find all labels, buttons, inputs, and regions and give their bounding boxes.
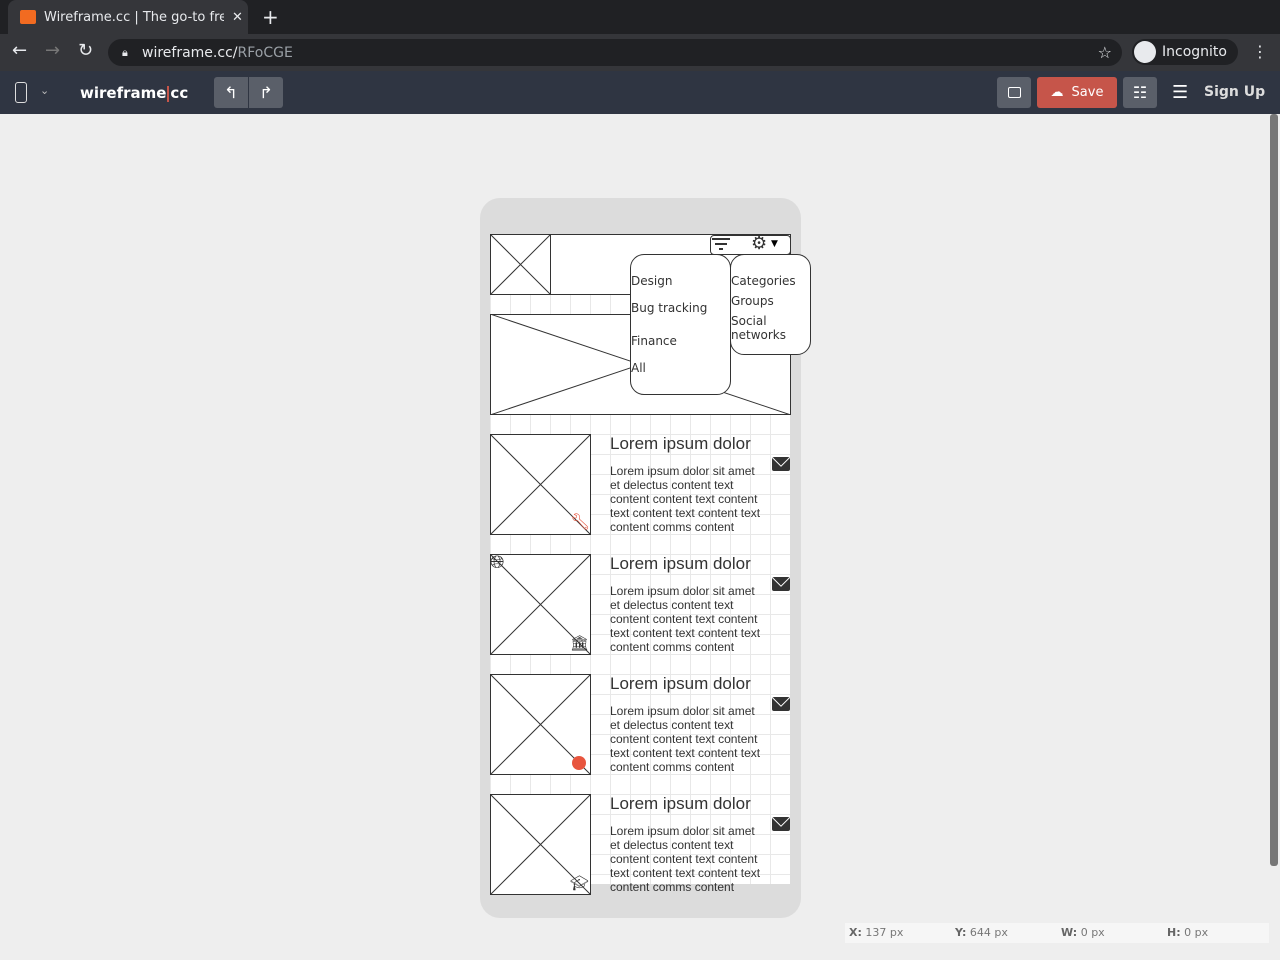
item-body: Lorem ipsum dolor sit amet et delectus co…: [610, 584, 780, 654]
label-line: Social: [731, 314, 767, 328]
image-placeholder[interactable]: [490, 234, 551, 295]
item-body: Lorem ipsum dolor sit amet et delectus co…: [610, 464, 780, 534]
chevron-down-icon[interactable]: ⌄: [40, 84, 49, 97]
bug-icon: [572, 756, 586, 770]
body-line: Lorem ipsum dolor sit amet: [610, 584, 755, 598]
status-bar: X: 137 px Y: 644 px W: 0 px H: 0 px: [845, 923, 1269, 943]
body-line: et delectus content text: [610, 838, 734, 852]
favicon-icon: [20, 10, 36, 24]
new-tab-button[interactable]: +: [262, 5, 279, 29]
logo[interactable]: wireframe cc: [80, 84, 188, 102]
category-dropdown[interactable]: Design Bug tracking Finance All: [630, 254, 731, 395]
item-title: Lorem ipsum dolor: [610, 794, 751, 813]
list-item[interactable]: 🔧︎ Lorem ipsum dolor Lorem ipsum dolor sit…: [490, 434, 790, 535]
logo-text-cc: cc: [170, 84, 189, 102]
undo-button[interactable]: ↰: [214, 77, 248, 108]
menu-item-finance[interactable]: Finance: [631, 334, 677, 348]
y-readout: Y: 644 px: [955, 926, 1008, 939]
item-title: Lorem ipsum dolor: [610, 434, 751, 453]
mail-icon[interactable]: [772, 457, 790, 471]
body-line: content content text content: [610, 852, 758, 866]
profile-label: Incognito: [1162, 44, 1227, 60]
tab-title: Wireframe.cc | The go-to free: [44, 9, 224, 25]
sliders-icon: ☷: [1132, 83, 1148, 102]
settings-dropdown[interactable]: Categories Groups Social networks: [730, 254, 811, 355]
list-item[interactable]: 🌐︎ 🏛︎ Lorem ipsum dolor Lorem ipsum dolor s…: [490, 554, 790, 655]
body-line: content comms content: [610, 640, 735, 654]
body-line: content content text content: [610, 492, 758, 506]
vertical-scrollbar[interactable]: [1270, 114, 1278, 866]
body-line: content content text content: [610, 732, 758, 746]
label-line: networks: [731, 328, 786, 342]
list-item[interactable]: 🎓︎ Lorem ipsum dolor Lorem ipsum dolor sit…: [490, 794, 790, 895]
cloud-upload-icon: ☁: [1050, 85, 1064, 100]
item-body: Lorem ipsum dolor sit amet et delectus co…: [610, 704, 780, 774]
menu-item-bug-tracking[interactable]: Bug tracking: [631, 301, 707, 315]
browser-tab[interactable]: Wireframe.cc | The go-to free ✕: [8, 0, 248, 34]
body-line: content comms content: [610, 880, 735, 894]
body-line: et delectus content text: [610, 478, 734, 492]
body-line: content content text content: [610, 612, 758, 626]
incognito-badge[interactable]: Incognito: [1132, 39, 1238, 65]
list-item[interactable]: Lorem ipsum dolor Lorem ipsum dolor sit a…: [490, 674, 790, 775]
mail-icon[interactable]: [772, 577, 790, 591]
caret-down-icon: ▼: [771, 239, 778, 249]
url-input[interactable]: 🔒︎ wireframe.cc/RFoCGE ☆: [108, 39, 1122, 66]
body-line: text content text content text: [610, 626, 761, 640]
body-line: et delectus content text: [610, 718, 734, 732]
save-button[interactable]: ☁ Save: [1037, 77, 1117, 108]
url-host: wireframe.cc/: [142, 44, 238, 61]
save-label: Save: [1071, 85, 1104, 100]
star-icon[interactable]: ☆: [1098, 43, 1112, 62]
body-line: Lorem ipsum dolor sit amet: [610, 704, 755, 718]
menu-item-social-networks[interactable]: Social networks: [731, 314, 786, 342]
item-body: Lorem ipsum dolor sit amet et delectus co…: [610, 824, 780, 894]
body-line: content comms content: [610, 760, 735, 774]
item-title: Lorem ipsum dolor: [610, 674, 751, 693]
incognito-icon: [1134, 41, 1156, 63]
body-line: content comms content: [610, 520, 735, 534]
wrench-icon: 🔧︎: [570, 512, 591, 531]
forward-icon[interactable]: →: [45, 40, 60, 61]
close-tab-icon[interactable]: ✕: [232, 10, 243, 25]
menu-item-groups[interactable]: Groups: [731, 294, 774, 308]
graduation-cap-icon: 🎓︎: [570, 874, 590, 892]
reload-icon[interactable]: ↻: [78, 40, 93, 61]
body-line: Lorem ipsum dolor sit amet: [610, 464, 755, 478]
h-readout: H: 0 px: [1167, 926, 1209, 939]
globe-icon: 🌐︎: [490, 552, 505, 573]
menu-item-categories[interactable]: Categories: [731, 274, 796, 288]
mail-icon[interactable]: [772, 697, 790, 711]
body-line: text content text content text: [610, 746, 761, 760]
browser-menu-icon[interactable]: ⋮: [1252, 42, 1268, 61]
body-line: text content text content text: [610, 506, 761, 520]
comment-button[interactable]: [997, 77, 1031, 108]
url-path: RFoCGE: [237, 44, 293, 61]
hamburger-menu-icon[interactable]: ☰: [1172, 82, 1188, 103]
bank-icon: 🏛︎: [570, 634, 590, 652]
settings-sliders-button[interactable]: ☷: [1123, 77, 1157, 108]
body-line: et delectus content text: [610, 598, 734, 612]
body-line: text content text content text: [610, 866, 761, 880]
body-line: Lorem ipsum dolor sit amet: [610, 824, 755, 838]
device-phone-icon[interactable]: [15, 82, 27, 103]
mail-icon[interactable]: [772, 817, 790, 831]
item-title: Lorem ipsum dolor: [610, 554, 751, 573]
comment-icon: [1007, 87, 1021, 98]
menu-item-all[interactable]: All: [631, 361, 646, 375]
gear-icon[interactable]: ⚙: [751, 233, 767, 254]
w-readout: W: 0 px: [1061, 926, 1105, 939]
back-icon[interactable]: ←: [12, 40, 27, 61]
lock-icon: 🔒︎: [122, 45, 128, 59]
x-readout: X: 137 px: [849, 926, 904, 939]
logo-text: wireframe: [80, 84, 167, 102]
menu-item-design[interactable]: Design: [631, 274, 672, 288]
filter-icon[interactable]: [712, 237, 730, 250]
signup-link[interactable]: Sign Up: [1204, 84, 1265, 100]
redo-button[interactable]: ↱: [249, 77, 283, 108]
